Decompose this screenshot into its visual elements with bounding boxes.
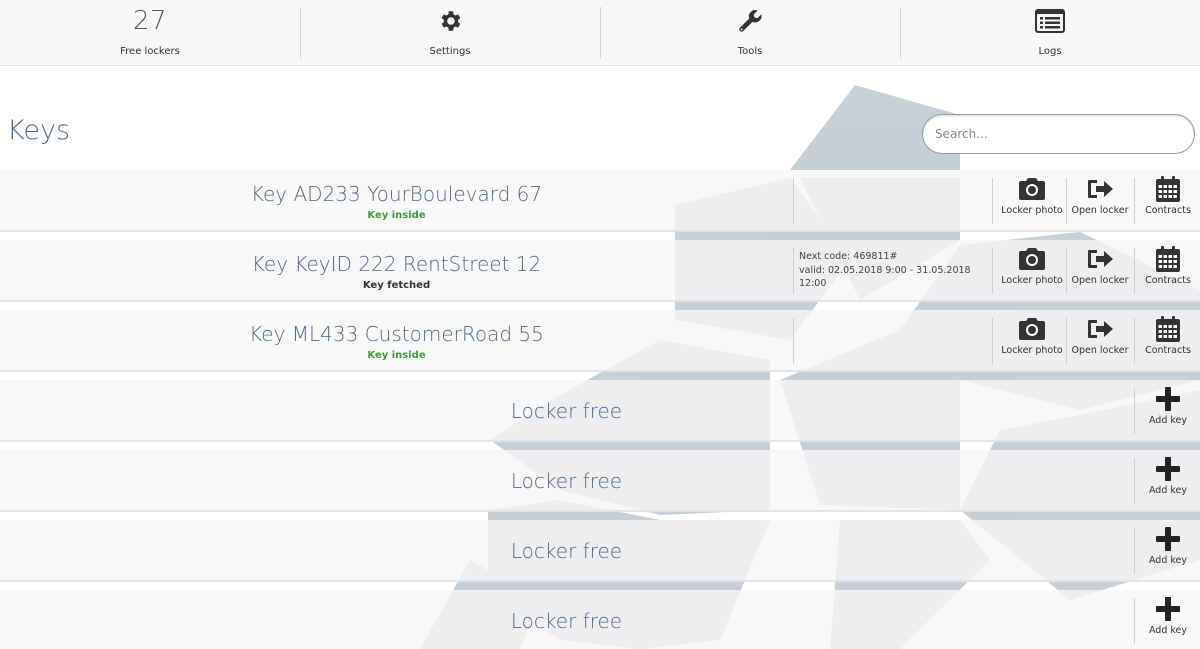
- calendar-icon: [1154, 176, 1182, 202]
- locker-photo-label: Locker photo: [1001, 205, 1063, 216]
- key-status: Key inside: [367, 209, 426, 221]
- nav-settings-label: Settings: [429, 46, 471, 57]
- divider: [992, 178, 993, 224]
- free-locker-info: Locker free: [0, 380, 1133, 442]
- sign-out-icon: [1086, 176, 1114, 202]
- free-locker-row: Locker free Add key: [0, 520, 1200, 582]
- nav-logs[interactable]: Logs: [900, 0, 1200, 66]
- key-status: Key inside: [367, 349, 426, 361]
- page-title: Keys: [7, 115, 71, 146]
- add-key-button[interactable]: Add key: [1135, 386, 1200, 438]
- top-navigation: 27 Free lockers Settings Tools Logs: [0, 0, 1200, 66]
- next-code: Next code: 469811#: [799, 251, 898, 262]
- open-locker-label: Open locker: [1071, 345, 1129, 356]
- plus-icon: [1155, 386, 1181, 412]
- camera-icon: [1018, 316, 1046, 342]
- locker-list: Key AD233 YourBoulevard 67 Key inside Lo…: [0, 170, 1200, 649]
- locker-photo-button[interactable]: Locker photo: [999, 316, 1065, 368]
- contracts-button[interactable]: Contracts: [1135, 316, 1200, 368]
- contracts-label: Contracts: [1145, 345, 1191, 356]
- add-key-label: Add key: [1148, 415, 1188, 426]
- contracts-button[interactable]: Contracts: [1135, 246, 1200, 298]
- free-locker-label: Locker free: [510, 539, 623, 563]
- add-key-label: Add key: [1148, 555, 1188, 566]
- locker-photo-label: Locker photo: [1001, 345, 1063, 356]
- camera-icon: [1018, 246, 1046, 272]
- key-title: Key KeyID 222 RentStreet 12: [251, 251, 542, 276]
- sign-out-icon: [1086, 316, 1114, 342]
- add-key-button[interactable]: Add key: [1135, 526, 1200, 578]
- free-lockers-count: 27: [132, 6, 168, 36]
- free-locker-label: Locker free: [510, 469, 623, 493]
- list-icon: [1035, 0, 1065, 42]
- key-row: Key KeyID 222 RentStreet 12 Key fetched …: [0, 240, 1200, 302]
- nav-free-lockers[interactable]: 27 Free lockers: [0, 0, 300, 66]
- open-locker-label: Open locker: [1071, 275, 1129, 286]
- free-locker-row: Locker free Add key: [0, 380, 1200, 442]
- key-info: Key ML433 CustomerRoad 55 Key inside: [0, 310, 793, 372]
- open-locker-label: Open locker: [1071, 205, 1129, 216]
- free-locker-info: Locker free: [0, 590, 1133, 649]
- free-locker-label: Locker free: [510, 609, 623, 633]
- calendar-icon: [1154, 316, 1182, 342]
- nav-free-lockers-label: Free lockers: [120, 46, 180, 57]
- key-title: Key ML433 CustomerRoad 55: [249, 321, 544, 346]
- free-locker-info: Locker free: [0, 520, 1133, 582]
- divider: [793, 318, 794, 364]
- nav-settings[interactable]: Settings: [300, 0, 600, 66]
- divider: [992, 248, 993, 294]
- code-info: Next code: 469811# valid: 02.05.2018 9:0…: [799, 250, 989, 291]
- plus-icon: [1155, 526, 1181, 552]
- divider: [793, 248, 794, 294]
- free-locker-label: Locker free: [510, 399, 623, 423]
- divider: [992, 318, 993, 364]
- open-locker-button[interactable]: Open locker: [1067, 316, 1133, 368]
- key-info: Key KeyID 222 RentStreet 12 Key fetched: [0, 240, 793, 302]
- divider: [793, 178, 794, 224]
- locker-photo-label: Locker photo: [1001, 275, 1063, 286]
- add-key-button[interactable]: Add key: [1135, 596, 1200, 648]
- calendar-icon: [1154, 246, 1182, 272]
- free-locker-info: Locker free: [0, 450, 1133, 512]
- nav-tools[interactable]: Tools: [600, 0, 900, 66]
- locker-photo-button[interactable]: Locker photo: [999, 176, 1065, 228]
- key-status: Key fetched: [362, 279, 431, 291]
- add-key-button[interactable]: Add key: [1135, 456, 1200, 508]
- gear-icon: [437, 0, 463, 42]
- search-input[interactable]: [922, 114, 1195, 154]
- camera-icon: [1018, 176, 1046, 202]
- contracts-label: Contracts: [1145, 205, 1191, 216]
- sign-out-icon: [1086, 246, 1114, 272]
- free-locker-row: Locker free Add key: [0, 590, 1200, 649]
- contracts-button[interactable]: Contracts: [1135, 176, 1200, 228]
- open-locker-button[interactable]: Open locker: [1067, 176, 1133, 228]
- locker-photo-button[interactable]: Locker photo: [999, 246, 1065, 298]
- key-row: Key AD233 YourBoulevard 67 Key inside Lo…: [0, 170, 1200, 232]
- code-validity: valid: 02.05.2018 9:00 - 31.05.2018 12:0…: [799, 264, 971, 290]
- free-locker-row: Locker free Add key: [0, 450, 1200, 512]
- nav-logs-label: Logs: [1038, 46, 1062, 57]
- contracts-label: Contracts: [1145, 275, 1191, 286]
- add-key-label: Add key: [1148, 625, 1188, 636]
- nav-tools-label: Tools: [737, 46, 763, 57]
- key-info: Key AD233 YourBoulevard 67 Key inside: [0, 170, 793, 232]
- plus-icon: [1155, 596, 1181, 622]
- wrench-icon: [736, 0, 764, 42]
- open-locker-button[interactable]: Open locker: [1067, 246, 1133, 298]
- key-row: Key ML433 CustomerRoad 55 Key inside Loc…: [0, 310, 1200, 372]
- plus-icon: [1155, 456, 1181, 482]
- key-title: Key AD233 YourBoulevard 67: [250, 181, 543, 206]
- add-key-label: Add key: [1148, 485, 1188, 496]
